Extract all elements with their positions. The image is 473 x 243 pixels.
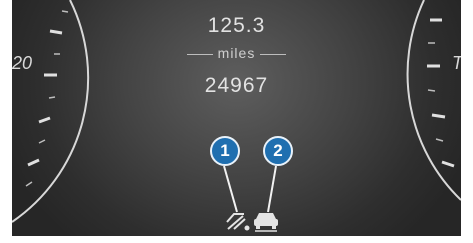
driving-assist-off-icon [226,213,250,231]
callout-2-leader [267,165,277,213]
callout-marker-1: 1 [210,136,240,166]
callout-marker-2: 2 [263,136,293,166]
unit-divider-right [260,53,287,55]
trip-distance-value: 125.3 [207,14,266,37]
callout-1-leader [223,165,238,213]
vehicle-ahead-icon [254,213,278,232]
bottom-margin [0,236,473,243]
trip-distance-unit-row: miles [12,45,461,61]
trip-distance-unit: miles [217,45,256,61]
instrument-display: 20 T 125.3 miles 24967 1 2 [12,0,461,236]
odometer-value: 24967 [204,74,269,97]
instrument-cluster-screenshot: 20 T 125.3 miles 24967 1 2 [0,0,473,243]
unit-divider-left [186,53,213,55]
